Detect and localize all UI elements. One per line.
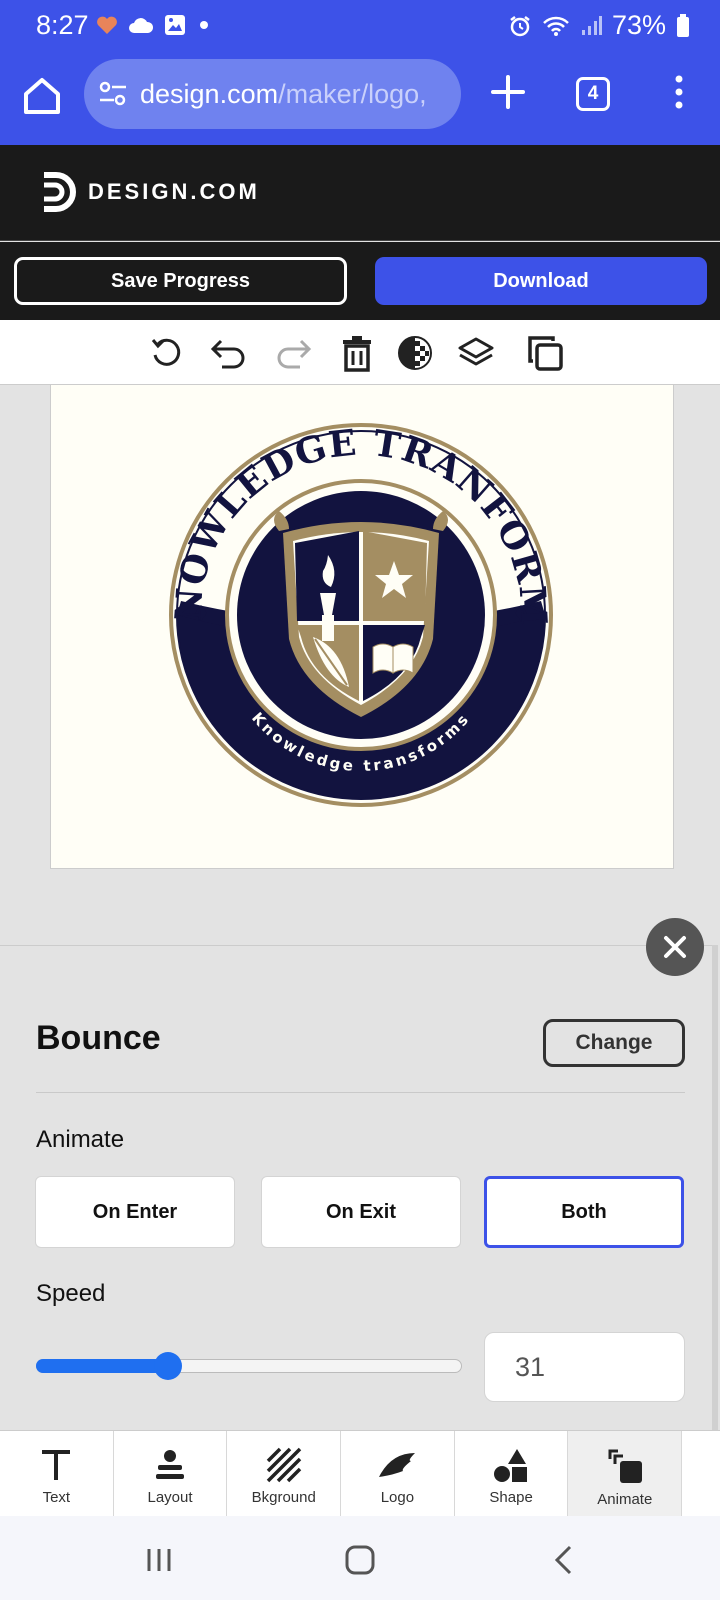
system-nav-bar [0,1516,720,1600]
canvas-area: KNOWLEDGE TRANFORMS Knowledge transforms [0,385,720,945]
download-button[interactable]: Download [375,257,707,305]
action-bar: Save Progress Download [0,242,720,320]
battery-percent: 73% [611,10,666,40]
nav-layout[interactable]: Layout [114,1431,228,1517]
url-host: design.com [140,79,279,109]
nav-shape[interactable]: Shape [455,1431,569,1517]
layers-icon[interactable] [455,332,497,374]
nav-label: Shape [489,1489,533,1506]
nav-animate[interactable]: Animate [568,1431,683,1517]
nav-text[interactable]: Text [0,1431,114,1517]
both-option[interactable]: Both [484,1176,684,1248]
nav-background[interactable]: Bkground [227,1431,342,1517]
background-pattern-icon [266,1447,301,1483]
back-icon[interactable] [546,1542,582,1578]
nav-logo[interactable]: Logo [341,1431,455,1517]
signal-icon [581,15,602,35]
save-progress-button[interactable]: Save Progress [14,257,347,305]
on-enter-option[interactable]: On Enter [35,1176,235,1248]
tab-switcher-button[interactable]: 4 [576,77,610,111]
site-header: DESIGN.COM [0,145,720,241]
battery-icon [677,13,689,37]
animate-label: Animate [36,1126,125,1153]
close-icon [664,936,686,958]
animation-name: Bounce [36,1019,161,1057]
home-icon[interactable] [20,74,64,118]
logo-swoosh-icon [379,1453,416,1477]
brand-logo[interactable]: DESIGN.COM [40,171,260,213]
alarm-icon [510,15,530,36]
status-time: 8:27 [36,10,89,40]
editor-toolbar [0,320,720,385]
url-bar[interactable]: design.com/maker/logo, [84,59,461,129]
nav-label: Text [42,1489,71,1506]
speed-slider[interactable] [36,1352,462,1380]
animate-icon [608,1449,642,1483]
bottom-tool-nav: Text Layout Bkground Logo Shape Animate [0,1430,720,1517]
image-icon [165,15,185,35]
heart-icon [97,16,117,34]
slider-thumb[interactable] [154,1352,183,1380]
site-settings-icon[interactable] [98,80,128,108]
text-icon [42,1450,71,1480]
trash-icon[interactable] [336,332,378,374]
logo-artboard[interactable]: KNOWLEDGE TRANFORMS Knowledge transforms [50,385,674,869]
animation-panel: Bounce Change Animate On Enter On Exit B… [0,945,712,1430]
on-exit-option[interactable]: On Exit [261,1176,461,1248]
status-bar: 8:27 73% [0,0,720,52]
new-tab-icon[interactable] [488,72,528,112]
more-menu-icon[interactable] [664,72,694,112]
url-text: design.com/maker/logo, [140,79,427,110]
design-logo-icon [44,172,76,212]
brand-name: DESIGN.COM [88,179,260,204]
speed-label: Speed [36,1280,106,1307]
close-panel-button[interactable] [646,918,704,976]
undo-icon[interactable] [208,332,250,374]
change-animation-button[interactable]: Change [543,1019,685,1067]
cloud-icon [129,18,154,33]
divider [36,1092,685,1093]
nav-label: Animate [597,1491,653,1508]
dot-icon [200,21,208,29]
nav-label: Layout [147,1489,193,1506]
duplicate-icon[interactable] [524,332,566,374]
recents-icon[interactable] [141,1542,177,1578]
layout-icon [156,1450,185,1479]
browser-toolbar: design.com/maker/logo, 4 [0,52,720,145]
shape-icon [494,1449,528,1482]
home-nav-icon[interactable] [342,1542,378,1578]
nav-label: Logo [380,1489,415,1506]
wifi-icon [543,16,569,36]
reset-icon[interactable] [146,332,188,374]
slider-fill [36,1359,169,1373]
speed-input[interactable]: 31 [484,1332,685,1402]
emblem-logo[interactable]: KNOWLEDGE TRANFORMS Knowledge transforms [161,415,561,815]
panel-scrollbar[interactable] [712,945,718,1430]
redo-icon[interactable] [272,332,314,374]
nav-label: Bkground [251,1489,316,1506]
transparency-icon[interactable] [394,332,436,374]
url-path: /maker/logo, [278,79,427,109]
